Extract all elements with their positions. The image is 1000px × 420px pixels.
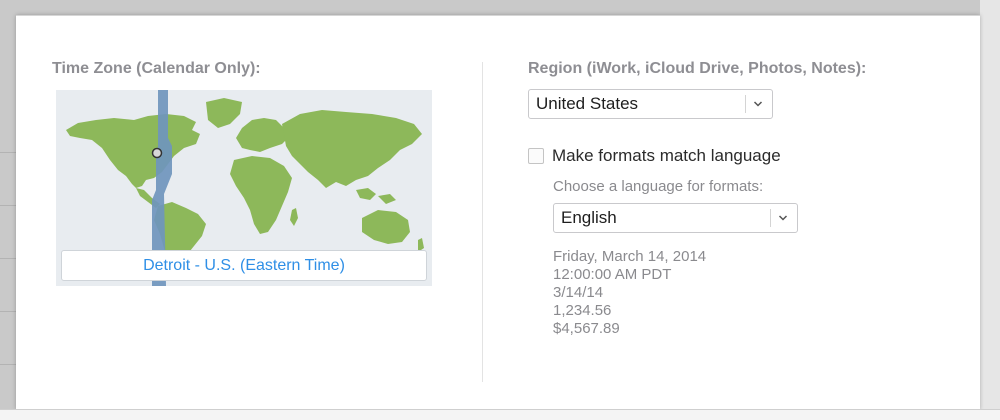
column-divider bbox=[482, 62, 483, 382]
region-select[interactable]: United States bbox=[528, 89, 773, 119]
format-language-select[interactable]: English bbox=[553, 203, 798, 233]
timezone-map[interactable]: Detroit - U.S. (Eastern Time) bbox=[56, 90, 432, 286]
region-title: Region (iWork, iCloud Drive, Photos, Not… bbox=[528, 60, 867, 77]
select-separator bbox=[770, 209, 771, 227]
format-language-value: English bbox=[561, 208, 617, 227]
continent-north-america bbox=[66, 114, 200, 188]
region-select-value: United States bbox=[536, 94, 639, 113]
chevron-down-icon bbox=[753, 101, 763, 107]
format-examples: Friday, March 14, 2014 12:00:00 AM PDT 3… bbox=[553, 248, 706, 338]
panel-footer bbox=[0, 409, 1000, 420]
continent-africa bbox=[230, 156, 292, 234]
example-currency: $4,567.89 bbox=[553, 320, 620, 337]
continent-australia bbox=[362, 210, 410, 244]
example-number: 1,234.56 bbox=[553, 302, 612, 319]
match-language-checkbox[interactable] bbox=[528, 148, 544, 164]
select-separator bbox=[745, 95, 746, 113]
island-madagascar bbox=[290, 208, 298, 226]
continent-asia bbox=[282, 110, 422, 188]
continent-europe bbox=[236, 118, 288, 152]
example-date: Friday, March 14, 2014 bbox=[553, 248, 707, 265]
timezone-title: Time Zone (Calendar Only): bbox=[52, 60, 261, 77]
location-pin-icon bbox=[151, 147, 163, 159]
format-language-hint: Choose a language for formats: bbox=[553, 178, 764, 195]
match-language-label[interactable]: Make formats match language bbox=[552, 146, 781, 166]
settings-panel: Time Zone (Calendar Only): Detroit - U.S… bbox=[16, 15, 980, 410]
example-time: 12:00:00 AM PDT bbox=[553, 266, 672, 283]
example-short-date: 3/14/14 bbox=[553, 284, 604, 301]
islands-southeast-asia bbox=[356, 188, 396, 204]
timezone-field[interactable]: Detroit - U.S. (Eastern Time) bbox=[61, 250, 427, 281]
chevron-down-icon bbox=[778, 215, 788, 221]
continent-greenland bbox=[206, 98, 242, 128]
window-edge bbox=[980, 0, 1000, 419]
